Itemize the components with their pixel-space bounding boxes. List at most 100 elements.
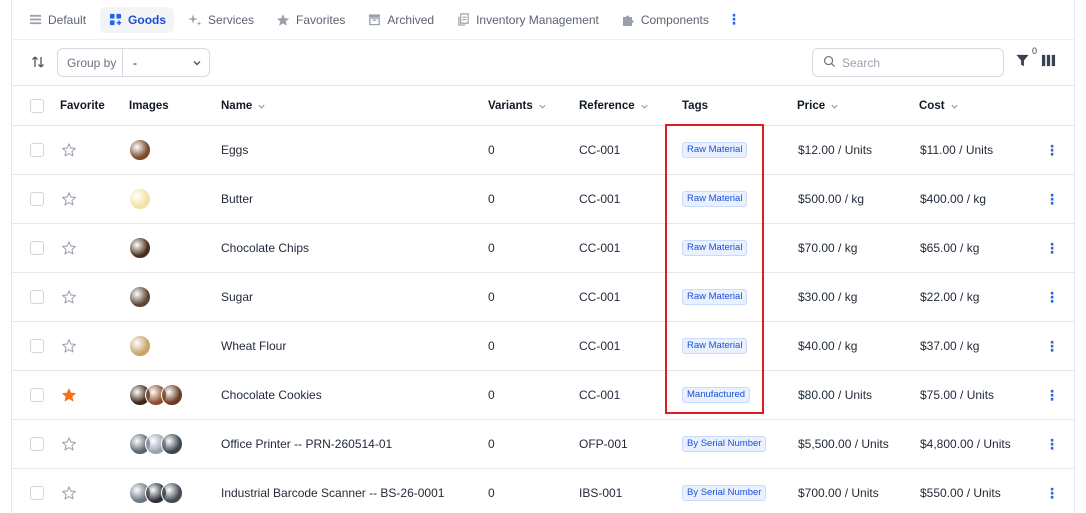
row-checkbox[interactable]: [30, 388, 44, 402]
favorite-cell: [61, 273, 77, 321]
thumbnail-group[interactable]: [129, 286, 151, 308]
column-header-price[interactable]: Price: [797, 86, 839, 126]
tag-badge[interactable]: Raw Material: [682, 338, 748, 354]
tag-badge[interactable]: By Serial Number: [682, 485, 767, 501]
row-checkbox[interactable]: [30, 143, 44, 157]
row-checkbox[interactable]: [30, 241, 44, 255]
table-row[interactable]: Chocolate Cookies 0 CC-001 Manufactured $80.…: [12, 371, 1074, 420]
images-cell: [129, 371, 183, 419]
table-row[interactable]: Sugar 0 CC-001 Raw Material $30.00 / kg $22.0…: [12, 273, 1074, 322]
variants-cell: 0: [488, 388, 495, 402]
table-row[interactable]: Chocolate Chips 0 CC-001 Raw Material $70.00…: [12, 224, 1074, 273]
thumbnail-group[interactable]: [129, 188, 151, 210]
tags-cell: Raw Material: [682, 224, 748, 272]
filter-icon[interactable]: [1015, 53, 1031, 69]
select-all-checkbox[interactable]: [30, 99, 44, 113]
row-select-cell: [30, 469, 44, 513]
name-cell[interactable]: Butter: [221, 175, 253, 223]
name-cell[interactable]: Chocolate Chips: [221, 224, 309, 272]
row-actions-cell: ⋮: [1045, 273, 1059, 321]
row-select-cell: [30, 371, 44, 419]
search-input[interactable]: [842, 55, 992, 70]
row-actions-button[interactable]: ⋮: [1045, 338, 1059, 355]
name-cell[interactable]: Chocolate Cookies: [221, 371, 322, 419]
row-actions-button[interactable]: ⋮: [1045, 289, 1059, 306]
column-header-cost[interactable]: Cost: [919, 86, 959, 126]
row-checkbox[interactable]: [30, 290, 44, 304]
tab-services[interactable]: Services: [180, 7, 262, 33]
tag-badge[interactable]: Raw Material: [682, 142, 748, 158]
cost-cell: $22.00 / kg: [920, 290, 980, 304]
column-header-name[interactable]: Name: [221, 86, 266, 126]
column-label: Variants: [488, 100, 533, 112]
thumbnail-group[interactable]: [129, 237, 151, 259]
column-label: Name: [221, 100, 253, 112]
tag-badge[interactable]: Raw Material: [682, 289, 748, 305]
name-cell[interactable]: Office Printer -- PRN-260514-01: [221, 420, 392, 468]
favorite-cell: [61, 420, 77, 468]
row-checkbox[interactable]: [30, 192, 44, 206]
star-outline-icon[interactable]: [61, 240, 77, 256]
row-actions-button[interactable]: ⋮: [1045, 240, 1059, 257]
row-checkbox[interactable]: [30, 486, 44, 500]
table-row[interactable]: Butter 0 CC-001 Raw Material $500.00 / kg $40…: [12, 175, 1074, 224]
name-cell[interactable]: Sugar: [221, 273, 253, 321]
tag-badge[interactable]: By Serial Number: [682, 436, 767, 452]
group-by-select[interactable]: Group by -: [57, 48, 210, 77]
row-actions-cell: ⋮: [1045, 420, 1059, 468]
table-row[interactable]: Industrial Barcode Scanner -- BS-26-0001…: [12, 469, 1074, 513]
star-outline-icon[interactable]: [61, 485, 77, 501]
grid-plus-icon: [108, 13, 122, 27]
table-row[interactable]: Eggs 0 CC-001 Raw Material $12.00 / Units $11…: [12, 126, 1074, 175]
column-header-tags: Tags: [682, 86, 708, 126]
table-row[interactable]: Office Printer -- PRN-260514-01 0 OFP-001 B…: [12, 420, 1074, 469]
images-cell: [129, 420, 183, 468]
reference-cell: CC-001: [579, 143, 621, 157]
columns-icon[interactable]: [1041, 53, 1057, 69]
tab-favorites[interactable]: Favorites: [268, 7, 353, 33]
star-outline-icon[interactable]: [61, 289, 77, 305]
thumbnail-group[interactable]: [129, 482, 183, 504]
star-filled-icon[interactable]: [61, 387, 77, 403]
row-checkbox[interactable]: [30, 437, 44, 451]
tab-goods[interactable]: Goods: [100, 6, 175, 33]
more-tabs-button[interactable]: ⋮: [727, 11, 741, 28]
star-outline-icon[interactable]: [61, 191, 77, 207]
tab-default[interactable]: Default: [20, 7, 94, 33]
name-cell[interactable]: Wheat Flour: [221, 322, 286, 370]
row-actions-button[interactable]: ⋮: [1045, 436, 1059, 453]
row-actions-cell: ⋮: [1045, 126, 1059, 174]
star-outline-icon[interactable]: [61, 338, 77, 354]
star-outline-icon[interactable]: [61, 142, 77, 158]
search-box[interactable]: [812, 48, 1004, 77]
tag-badge[interactable]: Raw Material: [682, 240, 748, 256]
column-header-variants[interactable]: Variants: [488, 86, 547, 126]
row-actions-button[interactable]: ⋮: [1045, 387, 1059, 404]
reference-cell: CC-001: [579, 241, 621, 255]
star-icon: [276, 13, 290, 27]
tag-badge[interactable]: Raw Material: [682, 191, 748, 207]
tab-label: Favorites: [296, 12, 346, 27]
thumbnail-group[interactable]: [129, 335, 151, 357]
thumbnail-group[interactable]: [129, 433, 183, 455]
thumbnail-group[interactable]: [129, 139, 151, 161]
variants-cell: 0: [488, 143, 495, 157]
row-actions-button[interactable]: ⋮: [1045, 191, 1059, 208]
column-header-reference[interactable]: Reference: [579, 86, 649, 126]
reference-cell: IBS-001: [579, 486, 623, 500]
row-actions-button[interactable]: ⋮: [1045, 485, 1059, 502]
row-checkbox[interactable]: [30, 339, 44, 353]
star-outline-icon[interactable]: [61, 436, 77, 452]
row-actions-button[interactable]: ⋮: [1045, 142, 1059, 159]
variants-cell: 0: [488, 241, 495, 255]
tag-badge[interactable]: Manufactured: [682, 387, 751, 403]
sort-arrows-icon[interactable]: [30, 54, 46, 70]
reference-cell: CC-001: [579, 192, 621, 206]
name-cell[interactable]: Industrial Barcode Scanner -- BS-26-0001: [221, 469, 444, 513]
table-row[interactable]: Wheat Flour 0 CC-001 Raw Material $40.00 / k…: [12, 322, 1074, 371]
tab-archived[interactable]: Archived: [359, 7, 442, 33]
tab-inventory-management[interactable]: Inventory Management: [448, 7, 607, 33]
tab-components[interactable]: Components: [613, 7, 717, 33]
name-cell[interactable]: Eggs: [221, 126, 248, 174]
thumbnail-group[interactable]: [129, 384, 183, 406]
